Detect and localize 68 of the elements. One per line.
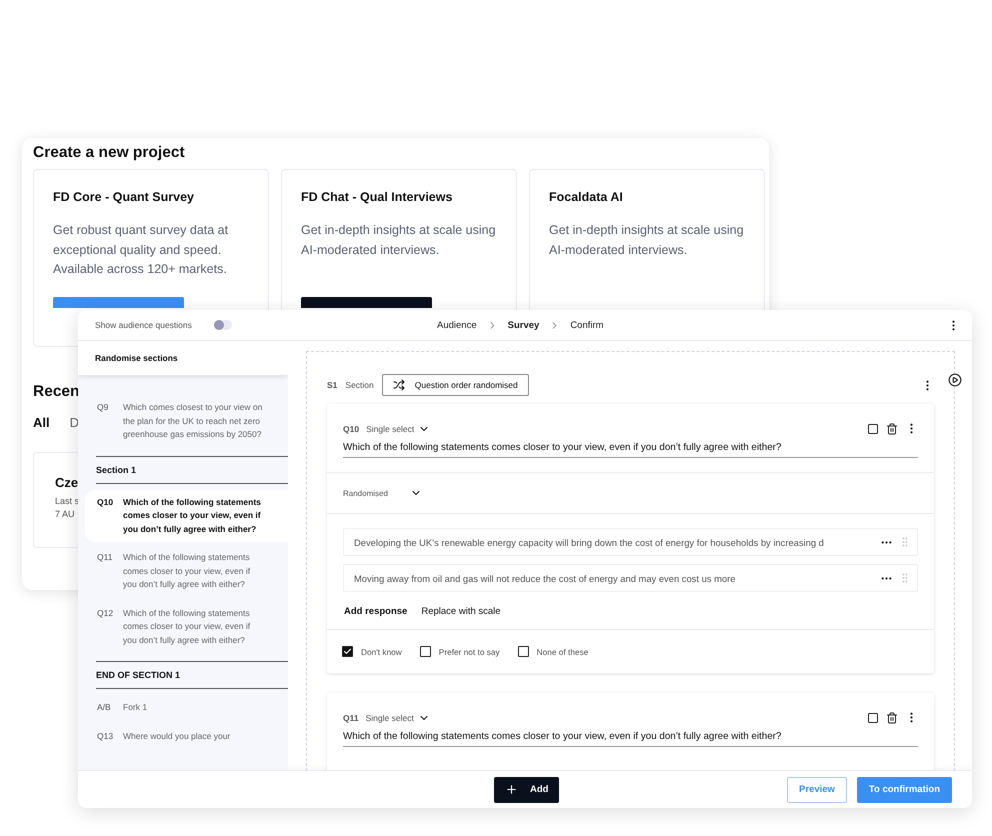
add-button[interactable]: Add: [494, 776, 560, 802]
sidebar-item[interactable]: Q11 Which of the following statements comes closer to your view, even if you don’t fully agree with either?: [85, 545, 288, 598]
checkbox[interactable]: [420, 646, 431, 657]
question-type-dropdown[interactable]: Single select: [366, 712, 430, 724]
question-number: Q9: [97, 401, 110, 414]
randomise-sections-option[interactable]: Randomise sections: [78, 341, 288, 375]
question-number: Q10: [343, 424, 360, 434]
question-input[interactable]: Which of the following statements comes closer to your view, even if you don’t fully agree with either?: [343, 728, 918, 747]
trash-icon[interactable]: [886, 712, 898, 724]
project-name: Cze: [55, 475, 78, 490]
sidebar-item[interactable]: Q10 Which of the following statements comes closer to your view, even if you don’t fully agree with either?: [85, 490, 288, 542]
response-text: Developing the UK’s renewable energy capacity will bring down the cost of energy for households by increasing d: [354, 536, 825, 548]
square-icon[interactable]: [867, 422, 879, 434]
project-meta: 7 AU: [55, 508, 75, 521]
sidebar-item[interactable]: Q13 Where would you place your: [85, 724, 288, 749]
checkbox[interactable]: [342, 646, 353, 657]
filter-tab[interactable]: D: [70, 415, 80, 430]
question-text: Which of the following statements comes closer to your view, even if you don’t fully agree with either?: [123, 496, 262, 536]
plus-icon: [505, 783, 518, 796]
square-icon[interactable]: [867, 712, 879, 724]
question-text: Which of the following statements comes closer to your view, even if you don’t fully agree with either?: [123, 606, 252, 647]
question-number: Q11: [97, 551, 114, 564]
card-title: FD Chat - Qual Interviews: [301, 190, 454, 204]
question-text: Which comes closest to your view on the plan for the UK to reach net zero greenhouse gas emissions by 2050?: [123, 401, 264, 441]
checkbox-label: Prefer not to say: [438, 646, 500, 656]
question-number: Q13: [97, 730, 114, 743]
checkbox[interactable]: [518, 646, 529, 657]
question-input[interactable]: Which of the following statements comes closer to your view, even if you don’t fully agree with either?: [343, 439, 918, 458]
response-action-button[interactable]: Add response: [344, 606, 408, 617]
question-order-button[interactable]: Question order randomised: [382, 374, 529, 396]
card-description: Get in-depth insights at scale using AI-moderated interviews.: [301, 222, 497, 258]
section-label: Section: [345, 380, 374, 390]
question-number: Q11: [343, 712, 359, 722]
filter-tab[interactable]: All: [33, 415, 50, 430]
sidebar-item[interactable]: Q9 Which comes closest to your view on the plan for the UK to reach net zero greenhouse gas emissions by 2050?: [85, 395, 288, 448]
checkbox-label: Don't know: [361, 646, 402, 656]
question-type-dropdown[interactable]: Single select: [366, 422, 430, 434]
shuffle-icon: [392, 379, 405, 391]
question-number: A/B: [97, 701, 112, 714]
checkbox-label: None of these: [536, 646, 588, 656]
response-row[interactable]: Moving away from oil and gas will not reduce the cost of energy and may even cost us more: [343, 564, 918, 592]
toggle-label: Show audience questions: [95, 320, 192, 330]
question-text: Which of the following statements comes closer to your view, even if you don’t fully agree with either?: [123, 551, 252, 591]
section-heading[interactable]: END OF SECTION 1: [96, 661, 288, 689]
card-title: FD Core - Quant Survey: [53, 190, 195, 204]
response-action-button[interactable]: Replace with scale: [421, 606, 501, 617]
question-text: Fork 1: [123, 701, 148, 714]
card-description: Get in-depth insights at scale using AI-moderated interviews.: [549, 222, 745, 258]
breadcrumb-link[interactable]: Audience: [437, 320, 477, 330]
trash-icon[interactable]: [886, 422, 898, 434]
page-title: Create a new project: [33, 144, 186, 162]
order-dropdown[interactable]: Randomised: [327, 473, 438, 513]
breadcrumb-link[interactable]: Confirm: [570, 320, 604, 330]
sidebar-item[interactable]: Q12 Which of the following statements comes closer to your view, even if you don’t fully agree with either?: [85, 600, 288, 653]
question-text: Where would you place your: [123, 730, 230, 743]
play-icon[interactable]: [948, 373, 962, 387]
response-row[interactable]: Developing the UK’s renewable energy capacity will bring down the cost of energy for households by increasing d: [343, 528, 918, 556]
section-heading: Recen: [33, 383, 80, 401]
card-title: Focaldata AI: [549, 190, 624, 204]
question-number: Q12: [97, 606, 114, 620]
section-heading[interactable]: Section 1: [96, 456, 288, 484]
breadcrumb-link[interactable]: Survey: [508, 320, 540, 330]
question-number: Q10: [97, 496, 114, 509]
response-text: Moving away from oil and gas will not reduce the cost of energy and may even cost us more: [354, 572, 736, 584]
card-description: Get robust quant survey data at exceptional quality and speed. Available across 120+ markets.: [53, 222, 230, 278]
sidebar-item[interactable]: A/B Fork 1: [85, 695, 288, 720]
toggle-switch[interactable]: [214, 320, 232, 330]
section-number: S1: [327, 380, 338, 390]
